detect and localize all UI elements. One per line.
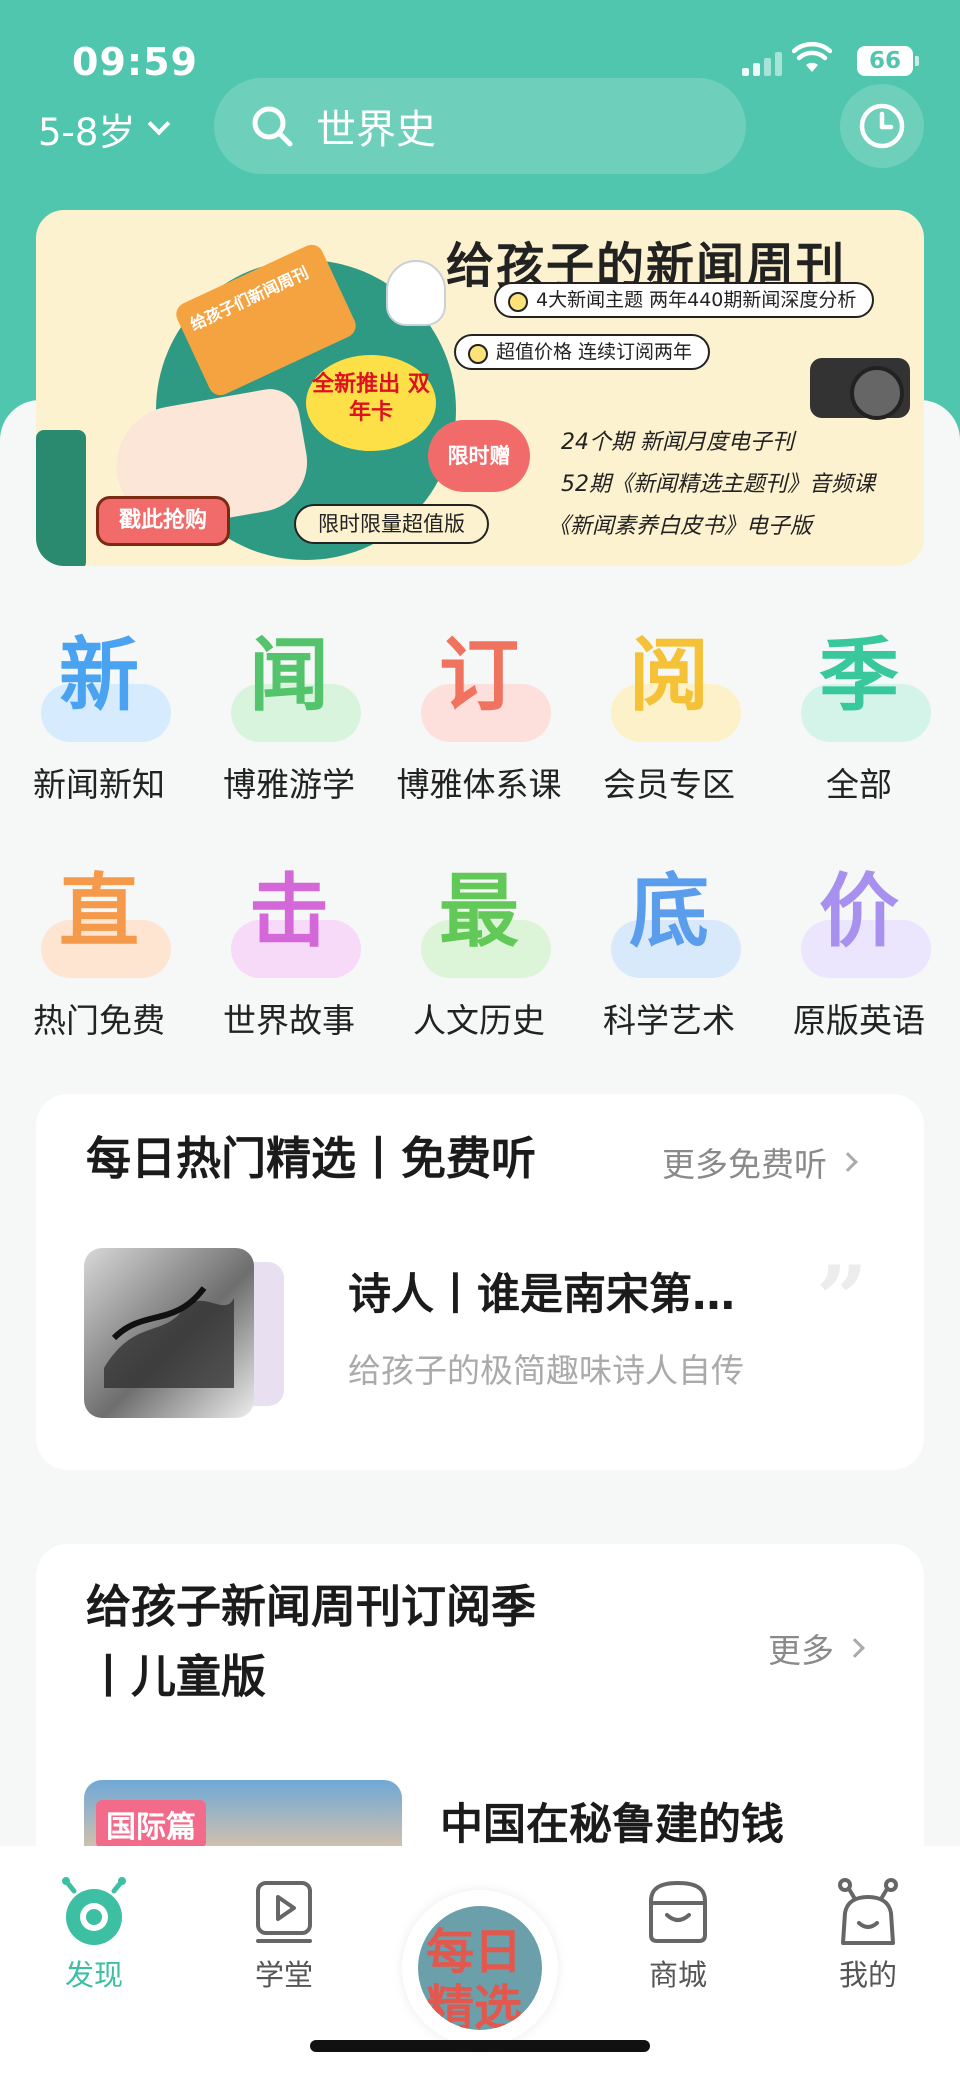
category-icon-char: 直	[59, 865, 139, 958]
category-icon-char: 底	[629, 865, 709, 958]
more-link[interactable]: 更多	[768, 1624, 865, 1672]
clock-icon	[859, 103, 905, 149]
category-icon-char: 价	[819, 865, 899, 958]
daily-item-title[interactable]: 诗人丨谁是南宋第…	[348, 1260, 735, 1322]
category-icon: 闻	[194, 620, 384, 742]
category-icon: 直	[4, 856, 194, 978]
wifi-icon	[791, 41, 833, 78]
search-bar[interactable]: 世界史	[214, 78, 746, 174]
video-book-icon	[256, 1881, 312, 1943]
category-item[interactable]: 价原版英语	[764, 856, 954, 1042]
store-icon	[649, 1880, 707, 1943]
category-item[interactable]: 阅会员专区	[574, 620, 764, 806]
category-icon-char: 阅	[629, 629, 709, 722]
new-badge: 全新推出 双年卡	[306, 355, 436, 451]
tab-discover-label: 发现	[64, 1958, 123, 1992]
age-selector[interactable]: 5-8岁	[38, 102, 171, 156]
age-label: 5-8岁	[38, 111, 136, 154]
chevron-right-icon	[845, 1638, 865, 1658]
category-item[interactable]: 直热门免费	[4, 856, 194, 1042]
category-label: 博雅体系课	[396, 765, 562, 804]
daily-picks-title: 每日热门精选丨免费听	[86, 1132, 537, 1185]
gift-line-2: 52期《新闻精选主题刊》音频课	[561, 472, 875, 497]
promo-banner[interactable]: 给孩子们新闻周刊 给孩子的新闻周刊 4大新闻主题 两年440期新闻深度分析 超值…	[36, 210, 924, 566]
category-icon: 新	[4, 620, 194, 742]
weekly-item-title[interactable]: 中国在秘鲁建的钱	[440, 1790, 784, 1852]
category-icon-char: 闻	[249, 629, 329, 722]
category-item[interactable]: 季全部	[764, 620, 954, 806]
category-label: 新闻新知	[33, 765, 165, 804]
category-item[interactable]: 击世界故事	[194, 856, 384, 1042]
category-item[interactable]: 最人文历史	[384, 856, 574, 1042]
category-label: 人文历史	[413, 1001, 545, 1040]
chevron-down-icon	[148, 112, 171, 136]
center-label-bottom: 精选	[426, 1980, 523, 2030]
daily-picks-cover: 每日 精选	[418, 1906, 542, 2030]
category-icon: 阅	[574, 620, 764, 742]
battery-icon: 66	[857, 46, 919, 76]
category-icon: 季	[764, 620, 954, 742]
tab-mall[interactable]: 商城	[618, 1872, 738, 1994]
tab-school-label: 学堂	[254, 1958, 313, 1992]
category-label: 原版英语	[793, 1001, 925, 1040]
tab-mine-label: 我的	[838, 1958, 897, 1992]
category-icon-char: 新	[59, 629, 139, 722]
tab-discover[interactable]: 发现	[34, 1872, 154, 1994]
status-time: 09:59	[72, 40, 198, 84]
weekly-title-line-1: 给孩子新闻周刊订阅季	[86, 1580, 537, 1633]
history-button[interactable]	[840, 84, 924, 168]
gift-badge: 限时赠	[428, 420, 530, 492]
robot-icon	[386, 260, 446, 326]
limit-label: 限时限量超值版	[294, 504, 489, 544]
more-label: 更多	[768, 1631, 834, 1670]
category-icon-char: 最	[439, 865, 519, 958]
quote-icon: ”	[816, 1246, 868, 1352]
tab-daily-picks[interactable]: 每日 精选	[402, 1890, 558, 2046]
category-icon: 订	[384, 620, 574, 742]
category-label: 热门免费	[33, 1001, 165, 1040]
search-input[interactable]: 世界史	[316, 97, 436, 155]
banner-phone-illustration	[36, 430, 86, 566]
category-item[interactable]: 闻博雅游学	[194, 620, 384, 806]
daily-item-thumbnail[interactable]	[84, 1248, 254, 1418]
gift-line-3: 《新闻素养白皮书》电子版	[548, 514, 813, 539]
category-label: 博雅游学	[223, 765, 355, 804]
category-item[interactable]: 新新闻新知	[4, 620, 194, 806]
search-icon	[252, 106, 293, 147]
tab-mine[interactable]: 我的	[808, 1872, 928, 1994]
gift-line-1: 24个期 新闻月度电子刊	[561, 430, 794, 455]
daily-picks-card: 每日热门精选丨免费听 更多免费听 ” 诗人丨谁是南宋第… 给孩子的极简趣味诗人自…	[36, 1094, 924, 1470]
category-label: 全部	[826, 765, 892, 804]
weekly-item-tag: 国际篇	[96, 1800, 206, 1848]
category-icon: 击	[194, 856, 384, 978]
camera-icon	[810, 358, 910, 420]
category-item[interactable]: 订博雅体系课	[384, 620, 574, 806]
category-label: 科学艺术	[603, 1001, 735, 1040]
category-label: 世界故事	[223, 1001, 355, 1040]
category-icon: 最	[384, 856, 574, 978]
chevron-right-icon	[838, 1152, 858, 1172]
robot-face-icon	[838, 1878, 898, 1945]
category-item[interactable]: 底科学艺术	[574, 856, 764, 1042]
category-icon-char: 季	[819, 629, 899, 722]
tab-school[interactable]: 学堂	[224, 1872, 344, 1994]
weekly-title-line-2: 丨儿童版	[86, 1650, 267, 1703]
eye-icon	[62, 1877, 126, 1945]
category-icon-char: 订	[439, 629, 519, 722]
more-free-link[interactable]: 更多免费听	[662, 1138, 858, 1186]
daily-item-subtitle: 给孩子的极简趣味诗人自传	[348, 1351, 744, 1390]
tab-mall-label: 商城	[648, 1958, 707, 1992]
buy-button[interactable]: 戳此抢购	[96, 496, 230, 546]
category-icon-char: 击	[249, 865, 329, 958]
more-free-label: 更多免费听	[662, 1145, 827, 1184]
home-indicator	[310, 2040, 650, 2052]
banner-feature-1: 4大新闻主题 两年440期新闻深度分析	[494, 282, 875, 318]
banner-feature-2: 超值价格 连续订阅两年	[454, 334, 711, 370]
category-icon: 价	[764, 856, 954, 978]
category-label: 会员专区	[603, 765, 735, 804]
category-icon: 底	[574, 856, 764, 978]
